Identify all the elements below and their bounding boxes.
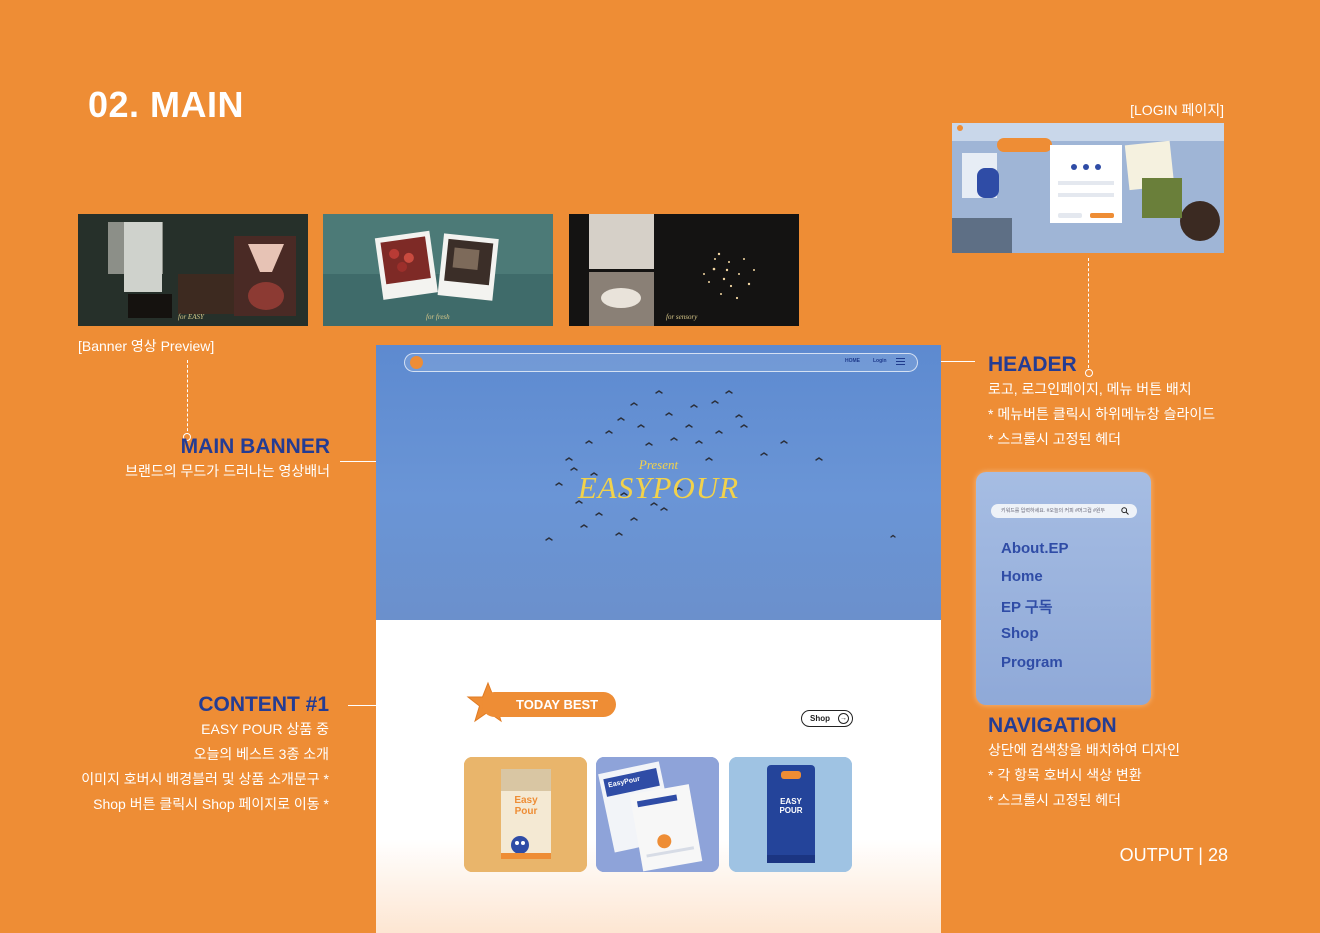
navigation-annotation-title: NAVIGATION <box>988 714 1117 737</box>
nav-home-link[interactable]: HOME <box>845 358 860 364</box>
page-title: 02. MAIN <box>88 84 245 125</box>
annotation-line: 상단에 검색창을 배치하여 디자인 <box>988 742 1180 758</box>
login-page-preview <box>952 123 1224 253</box>
login-page-label: [LOGIN 페이지] <box>1130 102 1224 118</box>
shop-button-label: Shop <box>810 714 830 723</box>
annotation-line: 이미지 호버시 배경블러 및 상품 소개문구 * <box>81 771 329 787</box>
main-banner-annotation: MAIN BANNER 브랜드의 무드가 드러나는 영상배너 <box>125 435 330 484</box>
nav-item-program[interactable]: Program <box>1001 654 1063 671</box>
product-card-1[interactable]: Easy Pour <box>464 757 587 872</box>
search-input[interactable]: 키워드를 입력하세요. #오늘의 커피 #머그컵 #원두 <box>991 504 1137 518</box>
banner-preview-1: for EASY <box>78 214 308 326</box>
preview-caption: for EASY <box>178 313 204 321</box>
banner-preview-3: for sensory <box>569 214 799 326</box>
navigation-panel: 키워드를 입력하세요. #오늘의 커피 #머그컵 #원두 About.EP Ho… <box>976 472 1151 705</box>
banner-preview-label: [Banner 영상 Preview] <box>78 338 215 354</box>
nav-item-about[interactable]: About.EP <box>1001 540 1069 557</box>
product-name: Easy Pour <box>514 795 538 817</box>
preview-caption: for fresh <box>426 313 450 321</box>
annotation-line: * 스크롤시 고정된 헤더 <box>988 431 1122 447</box>
annotation-line: 브랜드의 무드가 드러나는 영상배너 <box>125 463 330 479</box>
annotation-line: * 메뉴버튼 클릭시 하위메뉴창 슬라이드 <box>988 406 1216 422</box>
product-card-2[interactable]: EasyPour <box>596 757 719 872</box>
header-annotation: HEADER 로고, 로그인페이지, 메뉴 버튼 배치 * 메뉴버튼 클릭시 하… <box>988 353 1215 452</box>
today-best-label: TODAY BEST <box>516 697 599 712</box>
nav-item-ep-subscription[interactable]: EP 구독 <box>1001 596 1053 617</box>
annotation-line: EASY POUR 상품 중 <box>201 721 329 737</box>
content1-annotation: CONTENT #1 EASY POUR 상품 중 오늘의 베스트 3종 소개 … <box>81 693 329 817</box>
hero-title: EASYPOUR <box>577 470 740 505</box>
main-banner: HOME Login Present EASYPOUR <box>376 345 941 620</box>
hamburger-menu-icon[interactable] <box>896 358 905 367</box>
header-annotation-title: HEADER <box>988 353 1077 376</box>
search-placeholder: 키워드를 입력하세요. #오늘의 커피 #머그컵 #원두 <box>1001 508 1106 514</box>
annotation-line: 로고, 로그인페이지, 메뉴 버튼 배치 <box>988 381 1192 397</box>
nav-item-shop[interactable]: Shop <box>1001 625 1039 642</box>
annotation-line: 오늘의 베스트 3종 소개 <box>193 746 329 762</box>
preview-caption: for sensory <box>666 313 698 321</box>
annotation-line: * 각 항목 호버시 색상 변환 <box>988 767 1142 783</box>
product-card-3[interactable]: EASY POUR <box>729 757 852 872</box>
logo-icon[interactable] <box>410 356 423 369</box>
banner-preview-2: for fresh <box>323 214 553 326</box>
header-navbar: HOME Login <box>404 353 918 372</box>
annotation-line: Shop 버튼 클릭시 Shop 페이지로 이동 * <box>93 796 329 812</box>
main-page-mockup: HOME Login Present EASYPOUR TODAY BEST S… <box>376 345 941 933</box>
nav-item-home[interactable]: Home <box>1001 568 1043 585</box>
shop-button[interactable]: Shop → <box>801 710 853 727</box>
product-name: EASY POUR <box>779 797 803 815</box>
nav-login-link[interactable]: Login <box>873 358 887 364</box>
navigation-annotation: NAVIGATION 상단에 검색창을 배치하여 디자인 * 각 항목 호버시 … <box>988 714 1180 813</box>
annotation-line: * 스크롤시 고정된 헤더 <box>988 792 1122 808</box>
content1-annotation-title: CONTENT #1 <box>198 693 329 716</box>
arrow-right-icon: → <box>838 713 849 724</box>
search-icon[interactable] <box>1121 507 1129 515</box>
main-banner-annotation-title: MAIN BANNER <box>180 435 330 458</box>
page-footer: OUTPUT | 28 <box>1119 845 1228 865</box>
